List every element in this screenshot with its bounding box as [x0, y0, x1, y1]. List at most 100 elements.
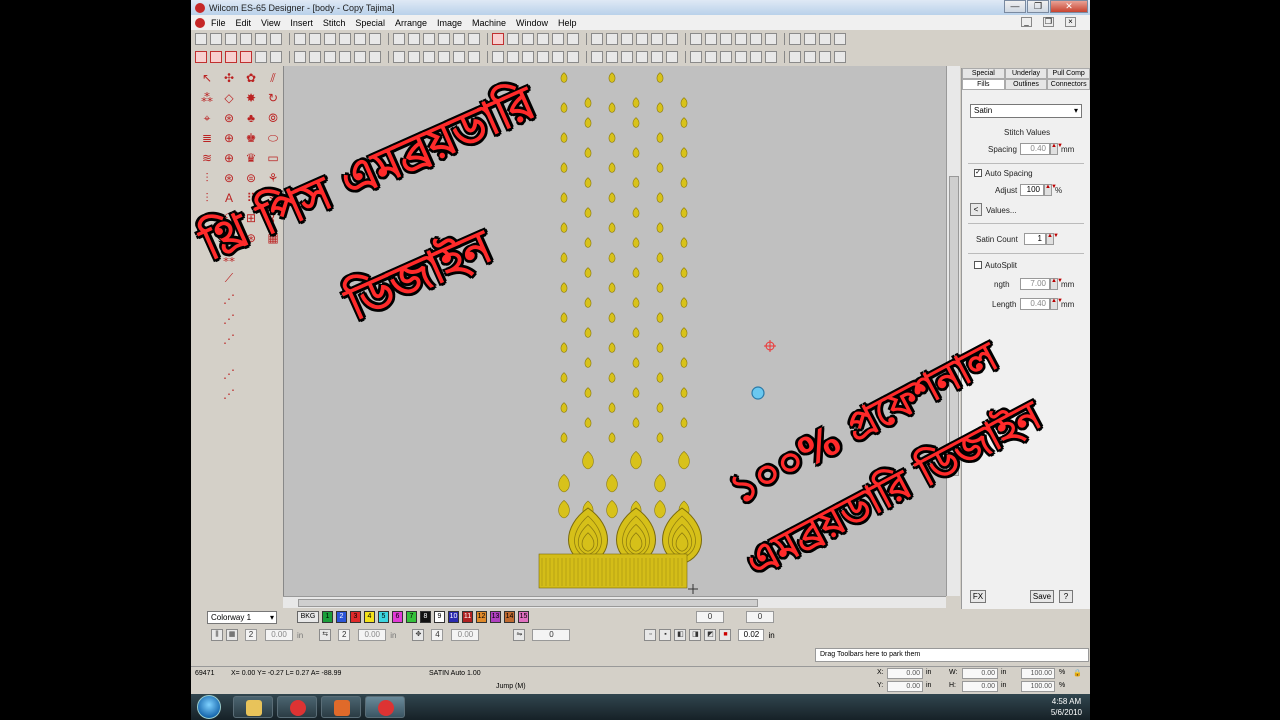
system-clock[interactable]: 4:58 AM 5/6/2010 — [1051, 696, 1082, 718]
digitizing-tool-icon[interactable]: ⊛ — [221, 170, 237, 186]
stitch-tool-icon[interactable] — [255, 51, 267, 63]
grid-icon[interactable]: ▦ — [226, 629, 238, 641]
stitch-tool-icon[interactable] — [522, 51, 534, 63]
thread-swatch-14[interactable]: 14 — [504, 611, 515, 623]
rotate-field-1[interactable]: 0 — [696, 611, 724, 623]
thread-swatch-6[interactable]: 6 — [392, 611, 403, 623]
maximize-button[interactable]: ❐ — [1027, 0, 1049, 13]
ungroup-icon[interactable]: ▫ — [644, 629, 657, 641]
toolbar-tool-icon[interactable] — [789, 33, 801, 45]
menu-stitch[interactable]: Stitch — [323, 18, 346, 28]
toolbar-tool-icon[interactable] — [690, 33, 702, 45]
stitch-tool-icon[interactable] — [309, 51, 321, 63]
length-field[interactable]: 7.00 — [1020, 278, 1050, 290]
colorway-select[interactable]: Colorway 1 — [207, 610, 277, 624]
line-tool-icon[interactable]: ⋰ — [221, 291, 237, 307]
toolbar-tool-icon[interactable] — [507, 33, 519, 45]
menu-file[interactable]: File — [211, 18, 226, 28]
lock-ratio-icon[interactable]: 🔒 — [1073, 669, 1082, 677]
stitch-tool-icon[interactable] — [507, 51, 519, 63]
toolbar-tool-icon[interactable] — [705, 33, 717, 45]
toolbar-tool-icon[interactable] — [453, 33, 465, 45]
vertical-scrollbar[interactable] — [946, 66, 960, 596]
background-color-button[interactable]: BKG — [297, 611, 319, 623]
color-icon[interactable]: ■ — [719, 629, 732, 641]
stitch-tool-icon[interactable] — [552, 51, 564, 63]
mirror-icon[interactable]: ⇋ — [513, 629, 526, 641]
thread-swatch-1[interactable]: 1 — [322, 611, 333, 623]
toolbar-tool-icon[interactable] — [537, 33, 549, 45]
toolbar-tool-icon[interactable] — [438, 33, 450, 45]
menu-machine[interactable]: Machine — [472, 18, 506, 28]
menu-special[interactable]: Special — [355, 18, 385, 28]
digitizing-tool-icon[interactable]: ⦾ — [265, 110, 281, 126]
spacing-icon[interactable]: ⫼ — [211, 629, 223, 641]
tab-outlines[interactable]: Outlines — [1004, 79, 1048, 90]
tab-fills[interactable]: Fills — [962, 79, 1005, 90]
toolbar-tool-icon[interactable] — [819, 33, 831, 45]
toolbar-tool-icon[interactable] — [195, 33, 207, 45]
thread-swatch-15[interactable]: 15 — [518, 611, 529, 623]
toolbar-tool-icon[interactable] — [294, 33, 306, 45]
stitch-tool-icon[interactable] — [750, 51, 762, 63]
tab-connectors[interactable]: Connectors — [1047, 79, 1090, 90]
adjust-spinner[interactable]: ▲▼ — [1044, 184, 1057, 196]
toolbar-tool-icon[interactable] — [606, 33, 618, 45]
digitizing-tool-icon[interactable]: ✸ — [243, 90, 259, 106]
document-icon[interactable] — [195, 17, 205, 28]
toolbar-tool-icon[interactable] — [567, 33, 579, 45]
stitch-tool-icon[interactable] — [537, 51, 549, 63]
digitizing-tool-icon[interactable]: ⌖ — [199, 110, 215, 126]
stitch-tool-icon[interactable] — [735, 51, 747, 63]
digitizing-tool-icon[interactable]: ⊕ — [221, 130, 237, 146]
stitch-tool-icon[interactable] — [270, 51, 282, 63]
toolbar-tool-icon[interactable] — [255, 33, 267, 45]
menu-view[interactable]: View — [261, 18, 280, 28]
stitch-tool-icon[interactable] — [453, 51, 465, 63]
toolbar-tool-icon[interactable] — [270, 33, 282, 45]
menu-help[interactable]: Help — [558, 18, 577, 28]
taskbar-wilcom-button[interactable] — [277, 696, 317, 718]
stitch-tool-icon[interactable] — [636, 51, 648, 63]
stitch-tool-icon[interactable] — [354, 51, 366, 63]
save-button[interactable]: Save — [1030, 590, 1054, 603]
w-field[interactable]: 0.00 — [962, 668, 998, 679]
line-tool-icon[interactable]: ⋰ — [221, 366, 237, 382]
start-button[interactable] — [197, 695, 221, 719]
line-tool-icon[interactable]: ⋰ — [221, 331, 237, 347]
toolbar-tool-icon[interactable] — [339, 33, 351, 45]
stitch-tool-icon[interactable] — [765, 51, 777, 63]
align-icon[interactable]: ⇆ — [319, 629, 332, 641]
stitch-tool-icon[interactable] — [804, 51, 816, 63]
toolbar-tool-icon[interactable] — [468, 33, 480, 45]
toolbar-tool-icon[interactable] — [393, 33, 405, 45]
scale-height-field[interactable]: 100.00 — [1021, 681, 1055, 692]
horizontal-scrollbar[interactable] — [283, 596, 946, 608]
mdi-close-icon[interactable]: × — [1065, 17, 1076, 27]
stitch-tool-icon[interactable] — [210, 51, 222, 63]
thread-swatch-4[interactable]: 4 — [364, 611, 375, 623]
move-icon[interactable]: ✥ — [412, 629, 425, 641]
line-tool-icon[interactable]: ⋰ — [221, 386, 237, 402]
minimize-button[interactable]: — — [1004, 0, 1026, 13]
stitch-tool-icon[interactable] — [294, 51, 306, 63]
thread-swatch-7[interactable]: 7 — [406, 611, 417, 623]
stitch-tool-icon[interactable] — [339, 51, 351, 63]
taskbar-powerpoint-button[interactable] — [321, 696, 361, 718]
menu-arrange[interactable]: Arrange — [395, 18, 427, 28]
digitizing-tool-icon[interactable]: ⊜ — [243, 170, 259, 186]
thread-swatch-2[interactable]: 2 — [336, 611, 347, 623]
stitch-tool-icon[interactable] — [651, 51, 663, 63]
values-button[interactable]: Values... — [986, 206, 1017, 215]
toolbar-tool-icon[interactable] — [720, 33, 732, 45]
toolbar-tool-icon[interactable] — [636, 33, 648, 45]
toolbar-tool-icon[interactable] — [423, 33, 435, 45]
thread-swatch-9[interactable]: 9 — [434, 611, 445, 623]
length-spinner[interactable]: ▲▼ — [1050, 278, 1063, 290]
lock-icon[interactable]: ◧ — [674, 629, 687, 641]
tab-special[interactable]: Special — [962, 68, 1005, 79]
angle-field[interactable]: 0 — [532, 629, 571, 641]
thread-swatch-12[interactable]: 12 — [476, 611, 487, 623]
menu-window[interactable]: Window — [516, 18, 548, 28]
digitizing-tool-icon[interactable]: ⫽ — [265, 70, 281, 86]
